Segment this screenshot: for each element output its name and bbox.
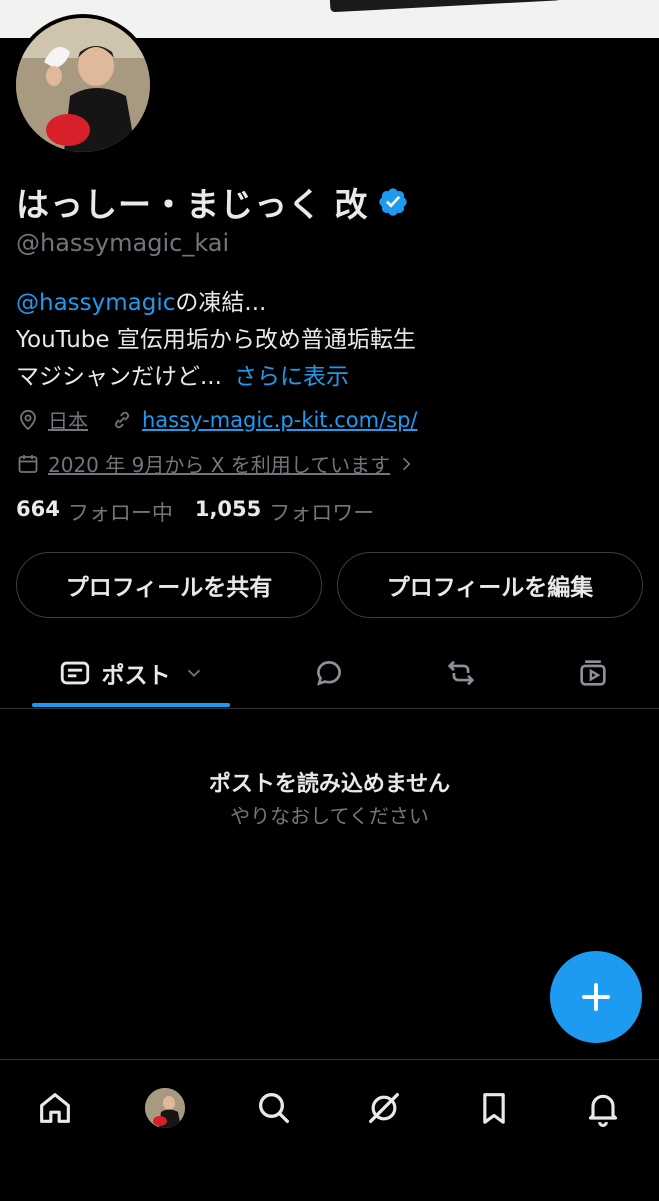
- tab-posts-label: ポスト: [101, 663, 171, 689]
- avatar-photo: [16, 18, 150, 152]
- profile-bio: @hassymagicの凍結... YouTube 宣伝用垢から改め普通垢転生 …: [16, 285, 646, 396]
- active-tab-indicator: [32, 703, 230, 707]
- profile-meta-joined-row: 2020 年 9月から X を利用しています: [16, 449, 424, 478]
- nav-grok[interactable]: [356, 1080, 412, 1136]
- nav-search[interactable]: [246, 1080, 302, 1136]
- search-icon: [259, 1093, 289, 1123]
- plus-icon: [582, 983, 610, 1011]
- bio-line-2: YouTube 宣伝用垢から改め普通垢転生: [16, 327, 416, 353]
- profile-location: 日本: [48, 409, 88, 433]
- link-icon: [115, 411, 129, 428]
- reply-icon: [317, 661, 341, 686]
- nav-notifications[interactable]: [575, 1080, 631, 1136]
- bio-line-1: @hassymagicの凍結...: [16, 285, 646, 322]
- profile-handle: @hassymagic_kai: [16, 229, 230, 257]
- bookmark-icon: [483, 1093, 505, 1124]
- profile-joined-date[interactable]: 2020 年 9月から X を利用しています: [48, 449, 390, 478]
- posts-icon: [60, 661, 89, 685]
- bio-line-3: マジシャンだけど... さらに表示: [16, 359, 646, 396]
- bio-mention-link[interactable]: @hassymagic: [16, 290, 175, 316]
- compose-post-button[interactable]: [550, 951, 642, 1043]
- show-more-link[interactable]: さらに表示: [234, 364, 349, 390]
- profile-name-row: はっしー・まじっく 改: [16, 178, 409, 226]
- calendar-icon: [18, 454, 38, 473]
- followers-label[interactable]: フォロワー: [269, 497, 374, 527]
- tab-posts[interactable]: ポスト: [32, 640, 230, 706]
- verified-badge-icon[interactable]: [377, 186, 409, 218]
- nav-profile[interactable]: [137, 1080, 193, 1136]
- nav-bookmarks[interactable]: [466, 1080, 522, 1136]
- empty-state-subtitle: やりなおしてください: [230, 804, 429, 828]
- tab-replies[interactable]: [300, 640, 358, 706]
- repost-icon: [447, 660, 475, 686]
- profile-stats: 664 フォロー中 1,055 フォロワー: [16, 497, 388, 527]
- bio-line-3-text: マジシャンだけど...: [16, 364, 222, 390]
- empty-state-title: ポストを読み込めません: [208, 772, 451, 797]
- nav-avatar-photo: [145, 1088, 185, 1128]
- profile-name: はっしー・まじっく 改: [16, 185, 369, 224]
- profile-website-link[interactable]: hassy-magic.p-kit.com/sp/: [142, 408, 418, 432]
- following-label[interactable]: フォロー中: [68, 497, 173, 527]
- nav-avatar: [145, 1088, 185, 1128]
- grok-icon: [369, 1093, 399, 1123]
- avatar-image: [16, 18, 150, 152]
- bio-line-1-text: の凍結...: [175, 290, 267, 316]
- location-pin-icon: [20, 409, 36, 430]
- tab-reposts[interactable]: [432, 640, 490, 706]
- nav-home[interactable]: [27, 1080, 83, 1136]
- profile-avatar[interactable]: [12, 14, 154, 156]
- edit-profile-button[interactable]: プロフィールを編集: [337, 552, 643, 618]
- chevron-right-icon: [403, 457, 411, 470]
- following-count[interactable]: 664: [16, 497, 60, 527]
- bell-icon: [588, 1094, 618, 1127]
- profile-meta-location-row: 日本 hassy-magic.p-kit.com/sp/: [16, 405, 418, 434]
- share-profile-button[interactable]: プロフィールを共有: [16, 552, 322, 618]
- chevron-down-icon[interactable]: [183, 662, 205, 684]
- home-icon: [40, 1093, 70, 1123]
- bottom-navigation: [0, 1059, 659, 1201]
- video-icon: [580, 660, 606, 686]
- banner-artwork: [329, 0, 571, 13]
- followers-count[interactable]: 1,055: [195, 497, 261, 527]
- profile-tabs: ポスト: [0, 640, 659, 709]
- tab-media[interactable]: [564, 640, 622, 706]
